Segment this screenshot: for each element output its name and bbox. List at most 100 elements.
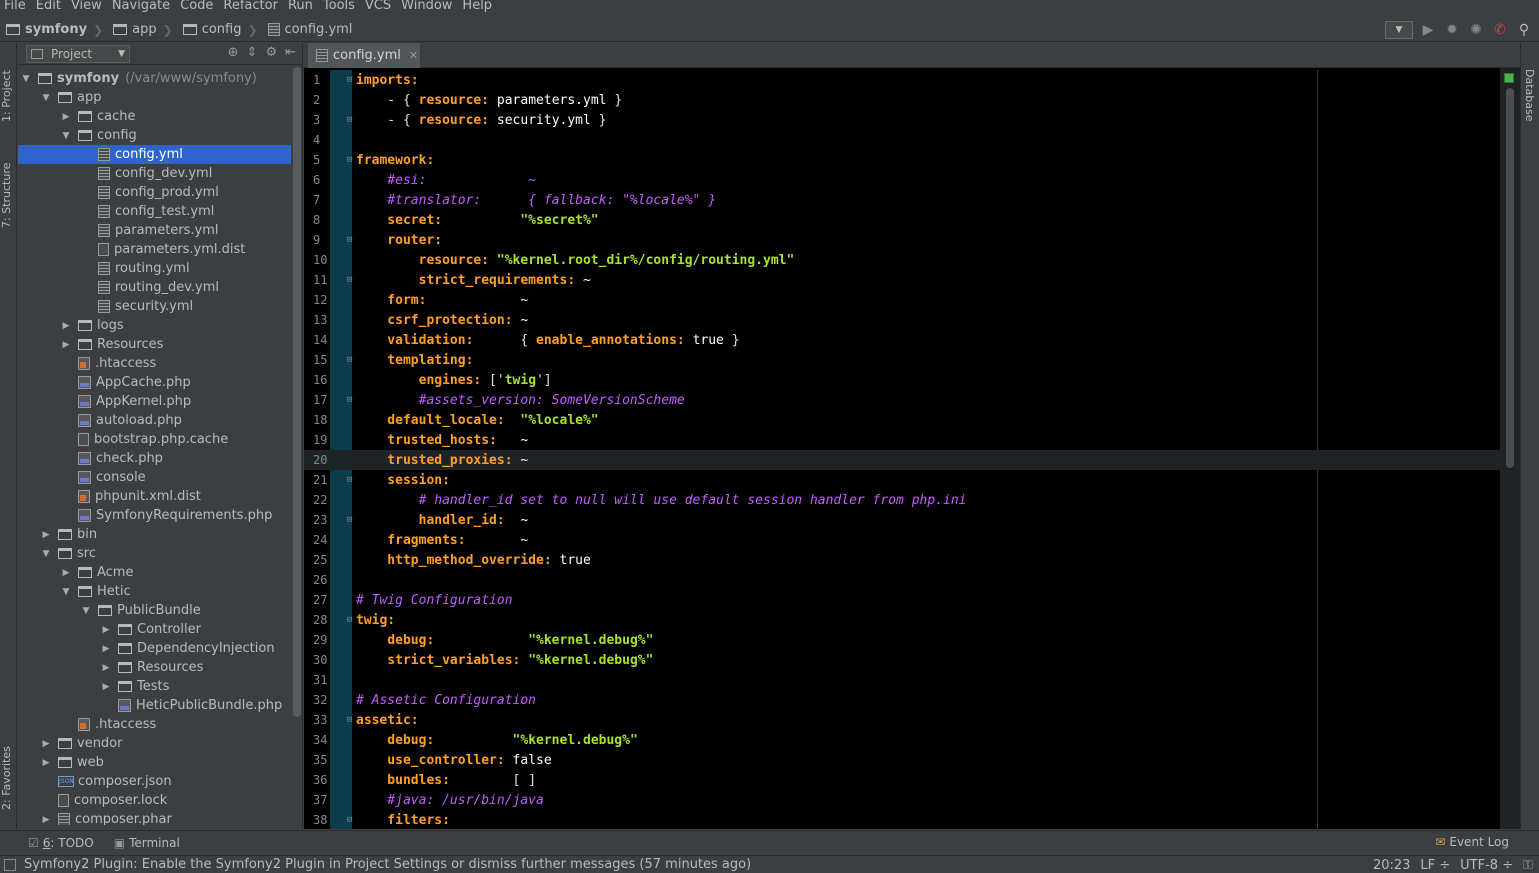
favorites-tool-tab[interactable]: 2: Favorites bbox=[0, 743, 17, 813]
tree-item[interactable]: ▶config_test.yml bbox=[18, 202, 291, 221]
collapse-arrow-icon[interactable]: ▶ bbox=[40, 530, 52, 540]
line-separator[interactable]: LF ÷ bbox=[1420, 858, 1450, 873]
code-line[interactable]: 31 bbox=[304, 670, 1500, 690]
expand-arrow-icon[interactable]: ▼ bbox=[60, 587, 72, 597]
code-line[interactable]: 33 ⊟ assetic: bbox=[304, 710, 1500, 730]
code-line[interactable]: 25 http_method_override: true bbox=[304, 550, 1500, 570]
terminal-tool-button[interactable]: ▣ Terminal bbox=[114, 836, 180, 850]
tree-item[interactable]: ▶ cache bbox=[18, 107, 291, 126]
code-line[interactable]: 28 ⊟ twig: bbox=[304, 610, 1500, 630]
gear-icon[interactable]: ⚙ bbox=[265, 45, 277, 60]
code-line[interactable]: 17 ⊟ #assets_version: SomeVersionScheme bbox=[304, 390, 1500, 410]
debug-icon[interactable]: ✹ bbox=[1443, 21, 1461, 39]
fold-marker-icon[interactable]: ⊟ bbox=[334, 155, 356, 165]
status-message[interactable]: Symfony2 Plugin: Enable the Symfony2 Plu… bbox=[24, 857, 751, 872]
lock-icon[interactable]: ⚿ bbox=[1523, 858, 1533, 873]
tree-item[interactable]: ▶ Tests bbox=[18, 677, 291, 696]
tree-item[interactable]: ▶ web bbox=[18, 753, 291, 772]
code-line[interactable]: 30 strict_variables: "%kernel.debug%" bbox=[304, 650, 1500, 670]
tree-item[interactable]: ▶parameters.yml.dist bbox=[18, 240, 291, 259]
coverage-icon[interactable]: ✺ bbox=[1467, 21, 1485, 39]
menu-navigate[interactable]: Navigate bbox=[108, 0, 176, 14]
collapse-arrow-icon[interactable]: ▶ bbox=[40, 815, 52, 825]
collapse-arrow-icon[interactable]: ▶ bbox=[60, 568, 72, 578]
collapse-arrow-icon[interactable]: ▶ bbox=[40, 758, 52, 768]
fold-marker-icon[interactable]: ⊟ bbox=[334, 515, 356, 525]
tree-item[interactable]: ▶console bbox=[18, 468, 291, 487]
run-icon[interactable]: ▶ bbox=[1419, 21, 1437, 39]
expand-arrow-icon[interactable]: ▼ bbox=[40, 93, 52, 103]
code-line[interactable]: 4 bbox=[304, 130, 1500, 150]
php-debug-icon[interactable]: ✆ bbox=[1491, 21, 1509, 39]
tree-item[interactable]: ▶config_prod.yml bbox=[18, 183, 291, 202]
tree-item[interactable]: ▶parameters.yml bbox=[18, 221, 291, 240]
fold-marker-icon[interactable]: ⊟ bbox=[334, 615, 356, 625]
collapse-arrow-icon[interactable]: ▶ bbox=[60, 340, 72, 350]
code-line[interactable]: 8 secret: "%secret%" bbox=[304, 210, 1500, 230]
code-area[interactable]: 1 ⊟ imports: 2 - { resource: parameters.yml… bbox=[304, 70, 1500, 829]
code-line[interactable]: 14 validation: { enable_annotations: tru… bbox=[304, 330, 1500, 350]
tree-item[interactable]: ▶config.yml bbox=[18, 145, 291, 164]
tree-item[interactable]: ▶ Resources bbox=[18, 335, 291, 354]
menu-edit[interactable]: Edit bbox=[32, 0, 67, 14]
code-line[interactable]: 29 debug: "%kernel.debug%" bbox=[304, 630, 1500, 650]
code-line[interactable]: 15 ⊟ templating: bbox=[304, 350, 1500, 370]
tree-item[interactable]: ▼ config bbox=[18, 126, 291, 145]
menu-refactor[interactable]: Refactor bbox=[219, 0, 284, 14]
code-line[interactable]: 32 # Assetic Configuration bbox=[304, 690, 1500, 710]
collapse-arrow-icon[interactable]: ▶ bbox=[100, 682, 112, 692]
code-line[interactable]: 10 resource: "%kernel.root_dir%/config/r… bbox=[304, 250, 1500, 270]
tree-item[interactable]: ▶ Acme bbox=[18, 563, 291, 582]
menu-help[interactable]: Help bbox=[458, 0, 498, 14]
code-line[interactable]: 9 ⊟ router: bbox=[304, 230, 1500, 250]
collapse-arrow-icon[interactable]: ▶ bbox=[60, 321, 72, 331]
code-line[interactable]: 24 fragments: ~ bbox=[304, 530, 1500, 550]
code-line[interactable]: 38 ⊟ filters: bbox=[304, 810, 1500, 829]
tree-item[interactable]: ▶AppCache.php bbox=[18, 373, 291, 392]
scrollbar-thumb[interactable] bbox=[1506, 88, 1514, 468]
todo-tool-button[interactable]: ☑ 6: TODO bbox=[28, 836, 94, 850]
tree-item[interactable]: ▶check.php bbox=[18, 449, 291, 468]
tree-item[interactable]: ▶bootstrap.php.cache bbox=[18, 430, 291, 449]
fold-marker-icon[interactable]: ⊟ bbox=[334, 115, 356, 125]
collapse-arrow-icon[interactable]: ▶ bbox=[40, 739, 52, 749]
tree-item[interactable]: ▶HeticPublicBundle.php bbox=[18, 696, 291, 715]
tab-config-yml[interactable]: config.yml ✕ bbox=[308, 43, 420, 68]
menu-run[interactable]: Run bbox=[284, 0, 319, 14]
code-line[interactable]: 27 # Twig Configuration bbox=[304, 590, 1500, 610]
collapse-arrow-icon[interactable]: ▶ bbox=[100, 663, 112, 673]
tree-item[interactable]: ▶AppKernel.php bbox=[18, 392, 291, 411]
project-tree-scrollbar[interactable] bbox=[293, 67, 301, 717]
tree-item[interactable]: ▶JSONcomposer.json bbox=[18, 772, 291, 791]
tree-item[interactable]: ▶ DependencyInjection bbox=[18, 639, 291, 658]
menu-vcs[interactable]: VCS bbox=[361, 0, 397, 14]
menu-window[interactable]: Window bbox=[397, 0, 458, 14]
search-icon[interactable]: ⚲ bbox=[1515, 21, 1533, 39]
menu-view[interactable]: View bbox=[67, 0, 108, 14]
collapse-arrow-icon[interactable]: ▶ bbox=[100, 644, 112, 654]
code-line[interactable]: 11 ⊟ strict_requirements: ~ bbox=[304, 270, 1500, 290]
caret-position[interactable]: 20:23 bbox=[1373, 858, 1410, 873]
run-config-dropdown[interactable]: ▼ bbox=[1385, 21, 1413, 39]
collapse-arrow-icon[interactable]: ▶ bbox=[60, 112, 72, 122]
tree-item[interactable]: ▶routing_dev.yml bbox=[18, 278, 291, 297]
menu-code[interactable]: Code bbox=[176, 0, 219, 14]
event-log-button[interactable]: ✉ Event Log bbox=[1435, 835, 1509, 849]
tree-item[interactable]: ▶routing.yml bbox=[18, 259, 291, 278]
code-line[interactable]: 18 default_locale: "%locale%" bbox=[304, 410, 1500, 430]
tree-item[interactable]: ▶.htaccess bbox=[18, 715, 291, 734]
hide-panel-icon[interactable]: ⇤ bbox=[285, 45, 296, 60]
fold-marker-icon[interactable]: ⊟ bbox=[334, 235, 356, 245]
expand-arrow-icon[interactable]: ▼ bbox=[80, 606, 92, 616]
breadcrumb-symfony[interactable]: symfony ❯ bbox=[0, 18, 107, 42]
menu-tools[interactable]: Tools bbox=[319, 0, 361, 14]
tree-item[interactable]: ▼ PublicBundle bbox=[18, 601, 291, 620]
code-line[interactable]: 2 - { resource: parameters.yml } bbox=[304, 90, 1500, 110]
tree-item[interactable]: ▼ app bbox=[18, 88, 291, 107]
tree-item[interactable]: ▼ src bbox=[18, 544, 291, 563]
tree-item[interactable]: ▶phpunit.xml.dist bbox=[18, 487, 291, 506]
code-line[interactable]: 23 ⊟ handler_id: ~ bbox=[304, 510, 1500, 530]
project-tool-tab[interactable]: 1: Project bbox=[0, 61, 17, 131]
expand-arrow-icon[interactable]: ▼ bbox=[40, 549, 52, 559]
tree-item[interactable]: ▶ logs bbox=[18, 316, 291, 335]
